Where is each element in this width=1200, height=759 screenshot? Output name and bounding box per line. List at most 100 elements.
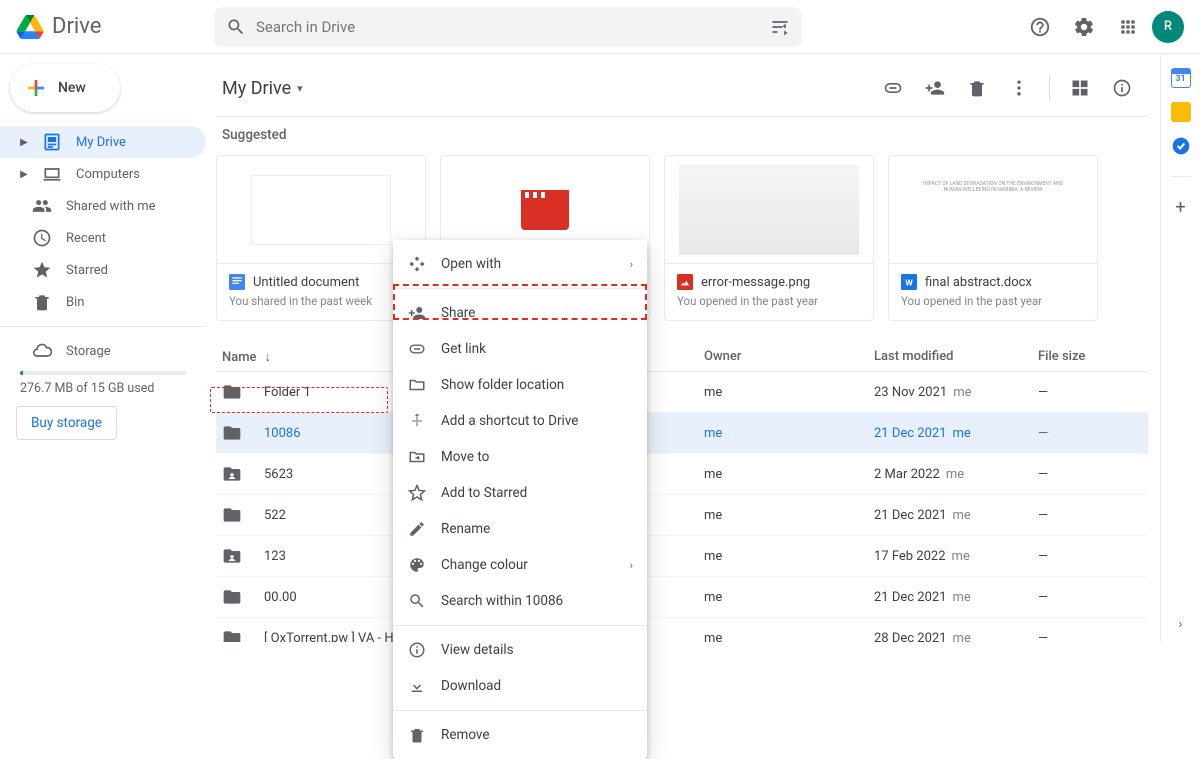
file-owner: me <box>704 426 874 441</box>
folder-icon <box>222 423 242 443</box>
card-subtitle: You opened in the past year <box>677 294 861 308</box>
file-owner: me <box>704 631 874 643</box>
file-owner: me <box>704 508 874 523</box>
folder-icon <box>222 628 242 642</box>
nav-recent[interactable]: Recent <box>0 222 206 254</box>
ctx-change-colour[interactable]: Change colour› <box>393 547 647 583</box>
nav-my-drive[interactable]: ▶ My Drive <box>0 126 206 158</box>
plus-icon <box>24 76 48 100</box>
add-person-icon[interactable] <box>915 68 955 108</box>
nav-label: Starred <box>66 263 108 278</box>
ctx-search-within[interactable]: Search within 10086 <box>393 583 647 619</box>
trash-icon <box>407 725 427 745</box>
storage-meter <box>20 371 186 375</box>
ctx-add-shortcut[interactable]: Add a shortcut to Drive <box>393 403 647 439</box>
add-app-icon[interactable]: + <box>1175 197 1185 218</box>
computers-icon <box>42 164 62 184</box>
link-icon <box>407 339 427 359</box>
breadcrumb[interactable]: My Drive ▾ <box>222 78 303 99</box>
suggested-heading: Suggested <box>216 127 1148 143</box>
collapse-rail-icon[interactable]: › <box>1179 617 1183 632</box>
recent-icon <box>32 228 52 248</box>
search-options-icon[interactable] <box>770 17 790 37</box>
ctx-get-link[interactable]: Get link <box>393 331 647 367</box>
col-size[interactable]: File size <box>1038 349 1142 365</box>
help-icon[interactable] <box>1020 7 1060 47</box>
nav-computers[interactable]: ▶ Computers <box>0 158 206 190</box>
suggested-card[interactable]: error-message.pngYou opened in the past … <box>664 155 874 321</box>
ctx-open-with[interactable]: Open with› <box>393 246 647 282</box>
get-link-icon[interactable] <box>873 68 913 108</box>
card-title: final abstract.docx <box>925 275 1032 290</box>
open-with-icon <box>407 254 427 274</box>
table-row[interactable]: 123me17 Feb 2022me— <box>216 536 1148 577</box>
file-name: 522 <box>264 508 286 523</box>
ctx-rename[interactable]: Rename <box>393 511 647 547</box>
download-icon <box>407 676 427 696</box>
nav-bin[interactable]: Bin <box>0 286 206 318</box>
my-drive-icon <box>42 132 62 152</box>
nav-label: My Drive <box>76 135 126 150</box>
file-modified: 21 Dec 2021me <box>874 590 1038 605</box>
nav-storage[interactable]: Storage <box>0 335 206 367</box>
table-row[interactable]: 10086me21 Dec 2021me— <box>216 413 1148 454</box>
buy-storage-button[interactable]: Buy storage <box>16 406 117 440</box>
suggested-card[interactable]: IMPACT OF LAND DEGRADATION ON THE ENVIRO… <box>888 155 1098 321</box>
nav-shared[interactable]: Shared with me <box>0 190 206 222</box>
ctx-move-to[interactable]: Move to <box>393 439 647 475</box>
nav-starred[interactable]: Starred <box>0 254 206 286</box>
file-size: — <box>1038 631 1142 643</box>
more-icon[interactable] <box>999 68 1039 108</box>
new-button[interactable]: New <box>10 64 120 112</box>
nav-label: Computers <box>76 167 140 182</box>
ctx-add-starred[interactable]: Add to Starred <box>393 475 647 511</box>
star-icon <box>407 483 427 503</box>
table-row[interactable]: 00.00me21 Dec 2021me— <box>216 577 1148 618</box>
nav-label: Shared with me <box>66 199 156 214</box>
nav-label: Recent <box>66 231 106 246</box>
account-avatar[interactable]: R <box>1152 11 1184 43</box>
grid-view-icon[interactable] <box>1060 68 1100 108</box>
keep-app-icon[interactable] <box>1171 102 1191 122</box>
drive-logo[interactable]: Drive <box>16 14 206 39</box>
cloud-icon <box>32 341 52 361</box>
new-button-label: New <box>58 80 86 96</box>
shared-icon <box>32 196 52 216</box>
info-icon[interactable] <box>1102 68 1142 108</box>
file-name: 00.00 <box>264 590 297 605</box>
table-header: Name↓ Owner Last modified File size <box>216 343 1148 372</box>
calendar-app-icon[interactable]: 31 <box>1171 68 1191 88</box>
file-size: — <box>1038 426 1142 441</box>
file-name: Folder 1 <box>264 385 311 400</box>
table-row[interactable]: 5623me2 Mar 2022me— <box>216 454 1148 495</box>
file-modified: 21 Dec 2021me <box>874 426 1038 441</box>
file-size: — <box>1038 467 1142 482</box>
ctx-remove[interactable]: Remove <box>393 717 647 753</box>
ctx-download[interactable]: Download <box>393 668 647 704</box>
search-bar[interactable] <box>214 7 802 47</box>
bin-icon <box>32 292 52 312</box>
trash-icon[interactable] <box>957 68 997 108</box>
drive-logo-icon <box>16 15 44 39</box>
ctx-view-details[interactable]: View details <box>393 632 647 668</box>
col-owner[interactable]: Owner <box>704 349 874 365</box>
search-input[interactable] <box>256 18 760 36</box>
table-row[interactable]: 522me21 Dec 2021me— <box>216 495 1148 536</box>
table-row[interactable]: Folder 1me23 Nov 2021me— <box>216 372 1148 413</box>
card-thumb <box>665 156 873 264</box>
settings-icon[interactable] <box>1064 7 1104 47</box>
file-modified: 23 Nov 2021me <box>874 385 1038 400</box>
folder-icon <box>222 505 242 525</box>
ctx-show-folder[interactable]: Show folder location <box>393 367 647 403</box>
file-size: — <box>1038 590 1142 605</box>
file-owner: me <box>704 385 874 400</box>
ctx-share[interactable]: Share <box>393 295 647 331</box>
tasks-app-icon[interactable] <box>1171 136 1191 156</box>
file-owner: me <box>704 549 874 564</box>
apps-icon[interactable] <box>1108 7 1148 47</box>
table-row[interactable]: [ OxTorrent.pw ] VA - HITS NIme28 Dec 20… <box>216 618 1148 642</box>
info-icon <box>407 640 427 660</box>
col-modified[interactable]: Last modified <box>874 349 1038 365</box>
card-subtitle: You shared in the past week <box>229 294 413 308</box>
card-title: Untitled document <box>253 275 359 290</box>
